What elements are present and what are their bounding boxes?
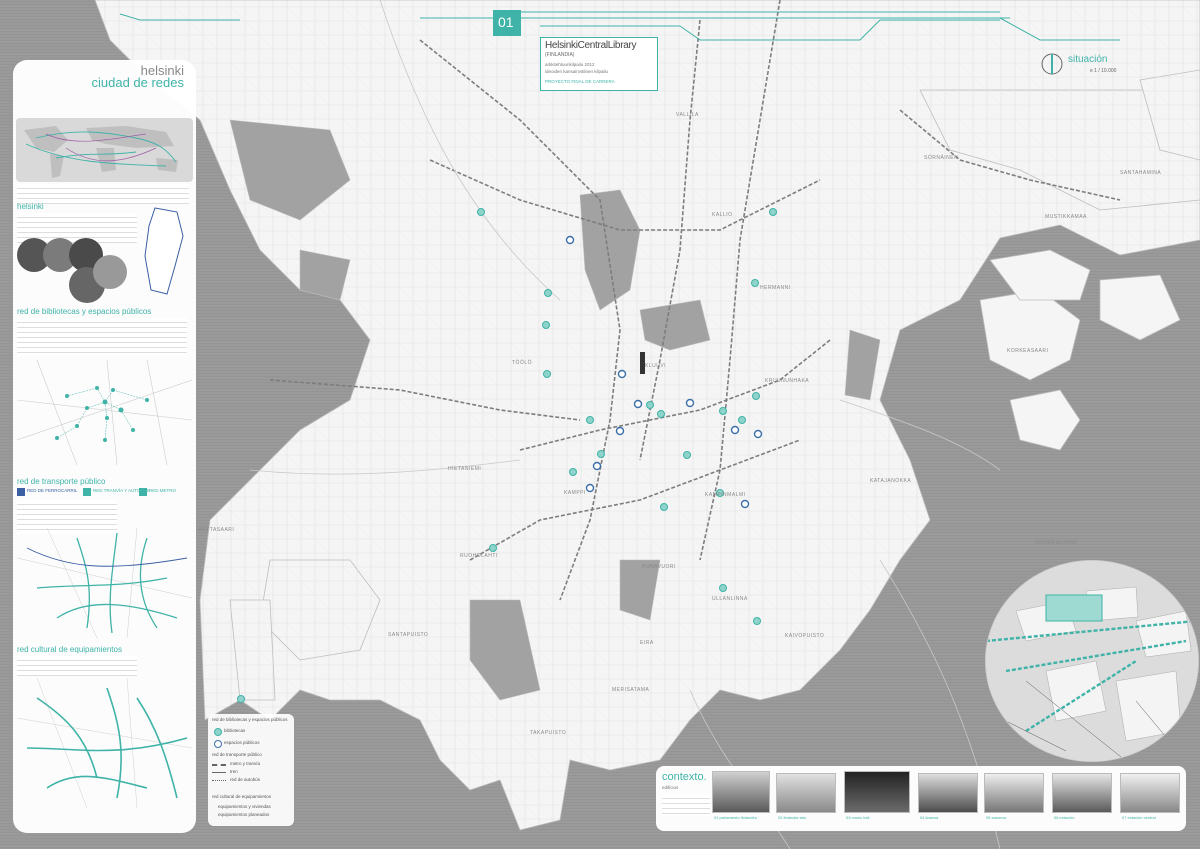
district-label: KAMPINMALMI [705,492,746,498]
section-equipamientos: red cultural de equipamientos [17,645,122,654]
context-photo [984,773,1044,813]
district-label: KORKEASAARI [1007,348,1049,354]
district-label: PUNAVUORI [642,564,676,570]
legend-rail-swatch [17,488,25,496]
sheet-number-box: 01 [493,10,521,36]
section-transporte: red de transporte público [17,477,106,486]
north-arrow-icon [1041,53,1063,75]
legend-metro: RED METRO [149,488,176,493]
bibliotecas-text [17,318,187,356]
context-photo [776,773,836,813]
legend-tram-swatch [83,488,91,496]
title-line-1: arkkitehtuurikilpailu 2012 [545,62,595,67]
context-text [662,794,710,816]
context-caption: 06 estación [1054,815,1075,820]
context-photo [844,771,910,813]
district-label: TAKAPUISTO [530,730,567,736]
legend-space-icon [214,740,222,748]
context-photo [1052,773,1112,813]
poster-canvas: LAUTTASAARI RUOHOLAHTI KAMPPI PUNAVUORI … [0,0,1200,849]
legend-item-3: metro y tranvía [230,761,261,766]
district-label: KRUUNUNHAKA [765,378,810,384]
legend-train-line [212,772,226,773]
context-photo [1120,773,1180,813]
legend-item-6: equipamientos y viviendas [218,804,271,809]
context-photo [712,771,770,813]
legend-eq-title: red cultural de equipamientos [212,794,272,799]
district-label: KAIVOPUISTO [785,633,825,639]
situation-label: situación [1068,54,1108,65]
district-label: VALLILA [676,112,699,118]
project-render-circle [985,560,1199,762]
district-label: KAMPPI [564,490,586,496]
context-photo [918,773,978,813]
title-block: HelsinkiCentralLibrary (FINLANDIA) arkki… [540,37,658,91]
intro-text [17,184,189,204]
library-network-diagram [17,360,192,465]
context-caption: 03 music hall [846,815,870,820]
title-line-3: PROYECTO FINAL DE CARRERA [545,79,615,84]
district-label: RUOHOLAHTI [460,553,498,559]
project-title: HelsinkiCentralLibrary [545,40,637,51]
district-label: HIETANIEMI [448,466,482,472]
legend-library-icon [214,728,222,736]
transport-network-diagram [17,528,192,638]
context-caption: 04 kiasma [920,815,939,820]
sidebar-title-2: ciudad de redes [91,75,184,90]
context-caption: 02 finlandia talo [778,815,807,820]
district-label: KATAJANOKKA [870,478,912,484]
equipamientos-text [17,656,137,676]
legend-metro-line [212,764,226,766]
district-label: KALLIO [712,212,733,218]
map-legend: red de bibliotecas y espacios públicos b… [208,714,294,826]
legend-item-7: equipamientos planeados [218,812,270,817]
context-title: contexto. [662,771,707,783]
district-label: SUOMENLINNA [1035,540,1078,546]
world-network-map [16,118,193,182]
title-line-2: ideoiden kansainvälinen kilpailu [545,69,609,74]
scale-label: e 1 / 10.000 [1090,68,1117,74]
district-label: SANTAHAMINA [1120,170,1162,176]
context-strip: contexto. edificios 01 parlamento finlan… [656,766,1186,831]
helsinki-outline-map [144,207,184,295]
context-caption: 07 estación central [1122,815,1156,820]
district-label: SÖRNÄINEN [924,155,959,161]
district-label: SANTAPUISTO [388,632,429,638]
cultural-network-diagram [17,678,192,808]
context-caption: 05 sanoma [986,815,1006,820]
project-subtitle: (FINLANDIA) [545,52,575,58]
photo-circle [93,255,127,289]
legend-item-4: tren [230,769,238,774]
district-label: ULLANLINNA [712,596,748,602]
legend-metro-swatch [139,488,147,496]
legend-item-2: espacios públicos [224,740,260,745]
district-label: HERMANNI [760,285,791,291]
district-label: MERISATAMA [612,687,650,693]
section-helsinki: helsinki [17,202,44,211]
legend-item-1: bibliotecas [224,728,246,733]
section-bibliotecas: red de bibliotecas y espacios públicos [17,307,152,316]
district-label: TÖÖLÖ [512,360,533,366]
district-label: LAUTTASAARI [195,527,235,533]
context-caption: 01 parlamento finlandés [714,815,757,820]
legend-subtitle: red de transporte público [212,752,262,757]
left-sidebar: helsinki ciudad de redes helsinki red de… [13,60,196,833]
legend-rail: RED DE FERROCARRIL [27,488,78,493]
district-label: EIRA [640,640,654,646]
sheet-number: 01 [498,14,514,30]
district-label: KLUUVI [645,363,667,369]
legend-title: red de bibliotecas y espacios públicos [212,717,288,722]
situation-block: situación e 1 / 10.000 [1040,48,1130,88]
legend-item-5: red de autobús [230,777,261,782]
district-label: MUSTIKKAMAA [1045,214,1087,220]
legend-bus-line [212,780,226,781]
context-subtitle: edificios [662,785,679,790]
